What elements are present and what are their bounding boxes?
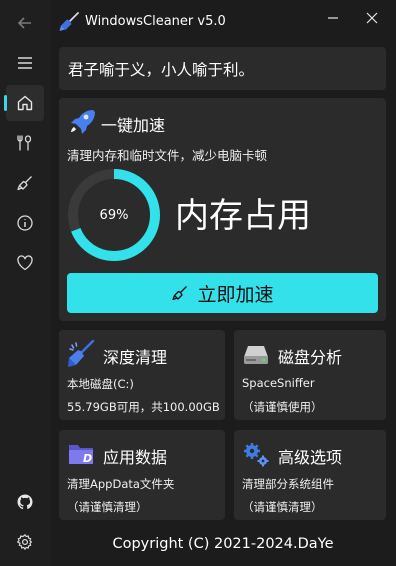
minimize-icon (328, 17, 338, 19)
nav-about[interactable] (6, 205, 44, 241)
nav-home[interactable] (4, 85, 44, 121)
home-icon (17, 95, 33, 111)
nav-tools[interactable] (6, 125, 44, 161)
deep-clean-icon (68, 340, 95, 367)
disk-analysis-card[interactable]: 磁盘分析 SpaceSniffer （请谨慎使用） (234, 330, 386, 420)
app-data-title: 应用数据 (103, 448, 168, 467)
accelerate-card: 一键加速 清理内存和临时文件，减少电脑卡顿 69% 内存占用 立即加速 (59, 98, 386, 321)
deep-clean-card[interactable]: 深度清理 本地磁盘(C:) 55.79GB可用，共100.00GB (59, 330, 225, 420)
close-icon (366, 12, 378, 24)
folder-icon: D (69, 445, 93, 465)
hamburger-menu-icon (18, 57, 32, 69)
deep-clean-drive: 本地磁盘(C:) (67, 377, 134, 391)
app-data-description: 清理AppData文件夹 (67, 477, 175, 491)
copyright-text: Copyright (C) 2021-2024.DaYe (112, 536, 334, 552)
accelerate-description: 清理内存和临时文件，减少电脑卡顿 (67, 148, 268, 163)
nav-clean[interactable] (6, 165, 44, 201)
disk-analysis-tool: SpaceSniffer (242, 376, 315, 390)
minimize-button[interactable] (321, 8, 345, 28)
github-button[interactable] (6, 484, 44, 520)
broom-icon (172, 286, 188, 301)
heart-icon (17, 255, 33, 271)
broom-icon (17, 176, 32, 191)
advanced-options-card[interactable]: 高级选项 清理部分系统组件 （请谨慎清理） (234, 430, 386, 520)
app-logo-icon (59, 12, 79, 31)
advanced-options-warning: （请谨慎清理） (242, 500, 323, 514)
gear-icon (17, 534, 32, 550)
hard-drive-icon (244, 346, 268, 364)
disk-analysis-title: 磁盘分析 (278, 348, 343, 367)
info-icon (17, 215, 33, 231)
menu-button[interactable] (6, 45, 44, 81)
app-data-warning: （请谨慎清理） (67, 500, 148, 514)
settings-button[interactable] (6, 524, 44, 560)
app-data-card[interactable]: D 应用数据 清理AppData文件夹 （请谨慎清理） (59, 430, 225, 520)
disk-analysis-warning: （请谨慎使用） (242, 400, 323, 414)
back-arrow-icon (17, 17, 31, 29)
accelerate-now-button[interactable]: 立即加速 (67, 273, 378, 313)
advanced-options-title: 高级选项 (278, 448, 343, 467)
back-button[interactable] (6, 5, 44, 41)
close-button[interactable] (360, 8, 384, 28)
memory-usage-percent: 69% (99, 207, 129, 223)
accelerate-title: 一键加速 (101, 116, 166, 135)
rocket-icon (71, 110, 95, 134)
svg-text:D: D (83, 452, 92, 465)
tools-icon (17, 135, 32, 151)
app-title: WindowsCleaner v5.0 (85, 14, 226, 29)
deep-clean-title: 深度清理 (103, 348, 168, 367)
sidebar (0, 0, 50, 566)
accelerate-now-label: 立即加速 (197, 283, 274, 306)
deep-clean-space: 55.79GB可用，共100.00GB (67, 400, 220, 414)
nav-favorite[interactable] (6, 245, 44, 281)
quote-banner: 君子喻于义，小人喻于利。 (59, 47, 386, 90)
quote-text: 君子喻于义，小人喻于利。 (68, 60, 255, 79)
title-bar: WindowsCleaner v5.0 (50, 0, 396, 44)
advanced-options-description: 清理部分系统组件 (242, 477, 334, 491)
memory-usage-label: 内存占用 (175, 196, 311, 236)
gears-icon (244, 443, 269, 467)
github-icon (17, 494, 33, 510)
